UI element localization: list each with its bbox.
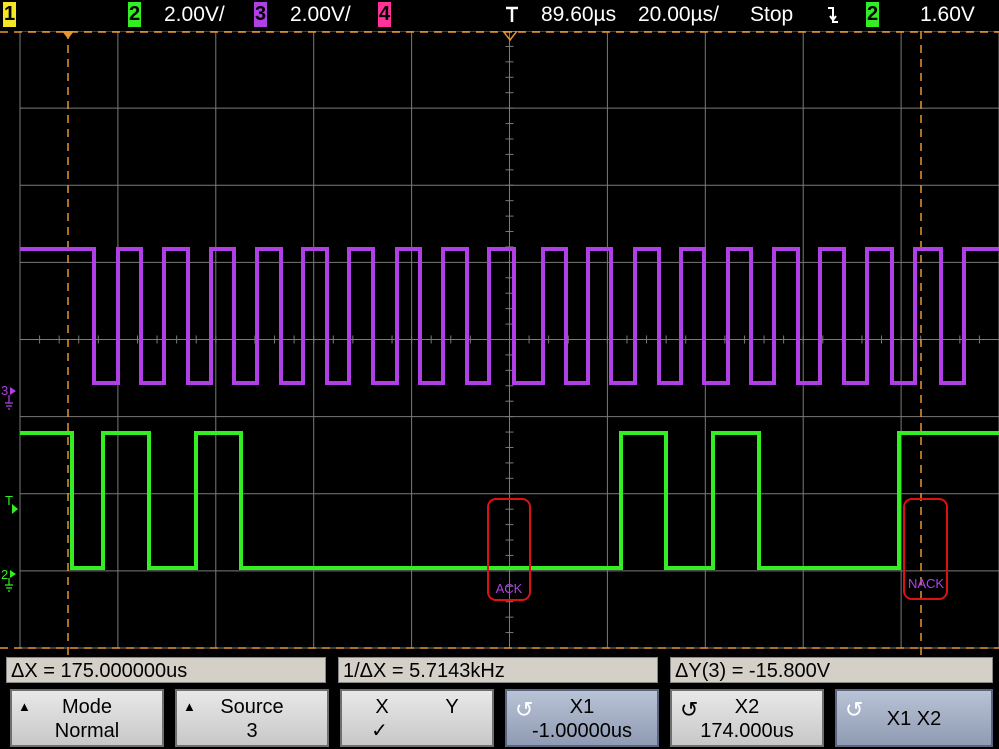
xy-select-softkey[interactable]: X Y ✓ bbox=[340, 689, 494, 747]
channel-2-badge[interactable]: 2 bbox=[128, 2, 141, 27]
channel-1-badge[interactable]: 1 bbox=[3, 2, 16, 27]
inverse-delta-x-readout: 1/ΔX = 5.7143kHz bbox=[338, 657, 658, 683]
channel-4-badge[interactable]: 4 bbox=[378, 2, 391, 27]
channel-3-badge[interactable]: 3 bbox=[254, 2, 267, 27]
time-delay: 89.60µs bbox=[541, 3, 617, 26]
ack-label: ACK bbox=[496, 581, 523, 596]
checkmark-icon: ✓ bbox=[371, 720, 388, 742]
svg-text:T: T bbox=[5, 493, 13, 508]
status-bar: 1 2 2.00V/ 3 2.00V/ 4 89.60µs 20.00µs/ S… bbox=[0, 0, 999, 31]
delta-y-readout: ΔY(3) = -15.800V bbox=[670, 657, 993, 683]
cursor-x1-marker bbox=[62, 31, 74, 39]
mode-softkey[interactable]: ▲ Mode Normal bbox=[10, 689, 164, 747]
trigger-level-marker: T bbox=[5, 493, 18, 514]
time-scale: 20.00µs/ bbox=[638, 3, 719, 26]
x1-cursor-softkey[interactable]: ↺ X1 -1.00000us bbox=[505, 689, 659, 747]
channel-3-scale: 2.00V/ bbox=[290, 3, 351, 26]
trigger-level: 1.60V bbox=[920, 3, 975, 26]
trigger-marker-icon bbox=[503, 2, 521, 33]
trigger-source-badge[interactable]: 2 bbox=[866, 2, 879, 27]
x1-x2-cursor-softkey[interactable]: ↺ X1 X2 bbox=[835, 689, 993, 747]
x2-cursor-softkey[interactable]: ↺ X2 174.000us bbox=[670, 689, 824, 747]
delta-x-readout: ΔX = 175.000000us bbox=[6, 657, 326, 683]
graticule bbox=[19, 31, 999, 649]
falling-edge-icon bbox=[826, 2, 840, 33]
svg-text:3: 3 bbox=[1, 383, 8, 398]
nack-label: NACK bbox=[908, 576, 944, 591]
run-state: Stop bbox=[750, 3, 794, 26]
channel-2-scale: 2.00V/ bbox=[164, 3, 225, 26]
channel-2-ground-marker: 2 bbox=[1, 567, 16, 592]
waveform-display[interactable]: 3 T 2 ACK NACK bbox=[0, 31, 999, 655]
channel-3-ground-marker: 3 bbox=[1, 383, 16, 410]
measurement-panel: ΔX = 175.000000us 1/ΔX = 5.7143kHz ΔY(3)… bbox=[0, 655, 999, 749]
nack-annotation: NACK bbox=[903, 498, 948, 600]
svg-text:2: 2 bbox=[1, 567, 8, 582]
